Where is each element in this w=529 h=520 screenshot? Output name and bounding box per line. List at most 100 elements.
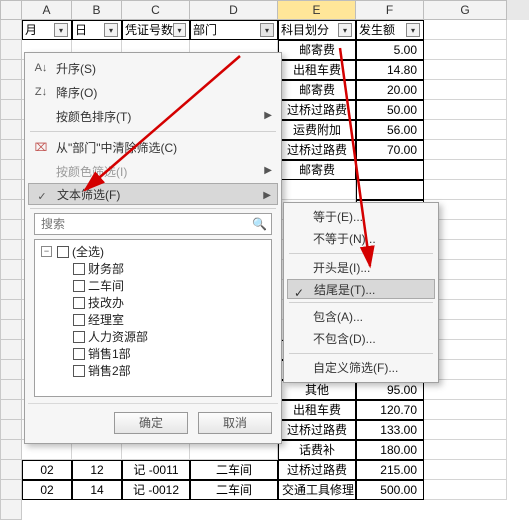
row-head[interactable]	[0, 320, 22, 340]
filter-value-item[interactable]: 销售1部	[37, 345, 269, 362]
cell-G[interactable]	[424, 100, 507, 120]
cell-F[interactable]	[356, 180, 424, 200]
cell-F[interactable]: 180.00	[356, 440, 424, 460]
row-head[interactable]	[0, 440, 22, 460]
cell-G[interactable]	[424, 460, 507, 480]
row-head[interactable]	[0, 340, 22, 360]
equals-item[interactable]: 等于(E)...	[287, 206, 435, 228]
sort-desc[interactable]: Z↓ 降序(O)	[28, 80, 278, 104]
text-filter[interactable]: ✓ 文本筛选(F) ▶	[28, 183, 278, 205]
row-head[interactable]	[0, 420, 22, 440]
row-head[interactable]	[0, 480, 22, 500]
row-head[interactable]	[0, 100, 22, 120]
filter-active-icon[interactable]: ▾	[260, 23, 274, 37]
filter-dropdown-icon[interactable]: ▾	[406, 23, 420, 37]
header-voucher[interactable]: 凭证号数▾	[122, 20, 190, 40]
cell-G[interactable]	[424, 420, 507, 440]
cell-E[interactable]: 运费附加	[278, 120, 356, 140]
clear-filter[interactable]: ⌧ 从"部门"中清除筛选(C)	[28, 135, 278, 159]
checkbox[interactable]	[73, 348, 85, 360]
cell-F[interactable]: 56.00	[356, 120, 424, 140]
row-head[interactable]	[0, 360, 22, 380]
header-month[interactable]: 月▾	[22, 20, 72, 40]
row-head[interactable]	[0, 40, 22, 60]
filter-search[interactable]: 🔍	[34, 213, 272, 235]
cell-E[interactable]: 邮寄费	[278, 160, 356, 180]
cell-B[interactable]: 14	[72, 480, 122, 500]
row-head[interactable]	[0, 400, 22, 420]
cell-G[interactable]	[424, 120, 507, 140]
cell-E[interactable]: 邮寄费	[278, 40, 356, 60]
filter-value-item[interactable]: 二车间	[37, 277, 269, 294]
cell-D[interactable]: 二车间	[190, 480, 278, 500]
header-day[interactable]: 日▾	[72, 20, 122, 40]
cell-E[interactable]: 邮寄费	[278, 80, 356, 100]
filter-value-item[interactable]: 人力资源部	[37, 328, 269, 345]
cell-E[interactable]: 其他	[278, 380, 356, 400]
cell-G[interactable]	[424, 160, 507, 180]
cell-G[interactable]	[424, 180, 507, 200]
cell-F[interactable]	[356, 160, 424, 180]
cell-F[interactable]: 5.00	[356, 40, 424, 60]
cell-G[interactable]	[424, 440, 507, 460]
filter-dropdown-icon[interactable]: ▾	[338, 23, 352, 37]
cell-C[interactable]: 记 -0011	[122, 460, 190, 480]
ends-with-item[interactable]: ✓ 结尾是(T)...	[287, 279, 435, 299]
row-head[interactable]	[0, 200, 22, 220]
custom-filter-item[interactable]: 自定义筛选(F)...	[287, 357, 435, 379]
filter-value-item[interactable]: 财务部	[37, 260, 269, 277]
cell-E[interactable]: 过桥过路费	[278, 420, 356, 440]
cell-F[interactable]: 20.00	[356, 80, 424, 100]
filter-value-item[interactable]: 技改办	[37, 294, 269, 311]
cell-F[interactable]: 133.00	[356, 420, 424, 440]
filter-dropdown-icon[interactable]: ▾	[104, 23, 118, 37]
row-head[interactable]	[0, 160, 22, 180]
filter-value-item[interactable]: 经理室	[37, 311, 269, 328]
col-D[interactable]: D	[190, 0, 278, 20]
collapse-icon[interactable]: −	[41, 246, 52, 257]
row-head[interactable]	[0, 260, 22, 280]
col-G[interactable]: G	[424, 0, 507, 20]
cell-E[interactable]: 交通工具修理	[278, 480, 356, 500]
row-head[interactable]	[0, 280, 22, 300]
cell-D[interactable]: 二车间	[190, 460, 278, 480]
cell-E[interactable]: 出租车费	[278, 60, 356, 80]
checkbox[interactable]	[73, 280, 85, 292]
row-head[interactable]	[0, 380, 22, 400]
cell-F[interactable]: 70.00	[356, 140, 424, 160]
select-all-corner[interactable]	[0, 0, 22, 20]
row-head[interactable]	[0, 140, 22, 160]
cell-A[interactable]: 02	[22, 460, 72, 480]
col-F[interactable]: F	[356, 0, 424, 20]
checkbox[interactable]	[73, 331, 85, 343]
cell-E[interactable]: 话费补	[278, 440, 356, 460]
filter-dropdown-icon[interactable]: ▾	[54, 23, 68, 37]
cell-E[interactable]: 过桥过路费	[278, 140, 356, 160]
col-C[interactable]: C	[122, 0, 190, 20]
cell-F[interactable]: 50.00	[356, 100, 424, 120]
not-contains-item[interactable]: 不包含(D)...	[287, 328, 435, 350]
col-E[interactable]: E	[278, 0, 356, 20]
cell-F[interactable]: 500.00	[356, 480, 424, 500]
row-head[interactable]	[0, 220, 22, 240]
header-amount[interactable]: 发生额▾	[356, 20, 424, 40]
header-subject[interactable]: 科目划分▾	[278, 20, 356, 40]
row-head[interactable]	[0, 460, 22, 480]
row-head[interactable]	[0, 120, 22, 140]
cell-G[interactable]	[424, 60, 507, 80]
cell-G[interactable]	[424, 400, 507, 420]
sort-by-color[interactable]: 按颜色排序(T) ▶	[28, 104, 278, 128]
checkbox[interactable]	[73, 263, 85, 275]
col-B[interactable]: B	[72, 0, 122, 20]
cell-F[interactable]: 215.00	[356, 460, 424, 480]
cell-G[interactable]	[424, 480, 507, 500]
row-head[interactable]	[0, 20, 22, 40]
filter-value-item[interactable]: 销售2部	[37, 362, 269, 379]
cell-A[interactable]: 02	[22, 480, 72, 500]
cell-F[interactable]: 95.00	[356, 380, 424, 400]
cell-G[interactable]	[424, 80, 507, 100]
filter-values-tree[interactable]: −(全选)财务部二车间技改办经理室人力资源部销售1部销售2部	[34, 239, 272, 397]
row-head[interactable]	[0, 300, 22, 320]
cell-B[interactable]: 12	[72, 460, 122, 480]
checkbox[interactable]	[73, 365, 85, 377]
